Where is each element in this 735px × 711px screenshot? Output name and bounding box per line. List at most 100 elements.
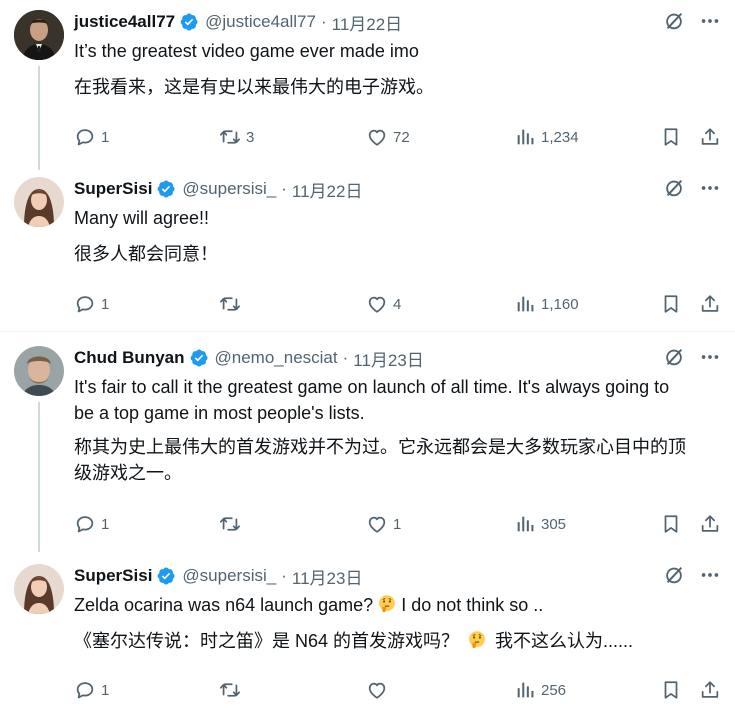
tweet-top-actions xyxy=(663,346,721,368)
share-icon xyxy=(699,679,721,701)
translation-before-emoji: 《塞尔达传说：时之笛》是 N64 的首发游戏吗？ xyxy=(74,631,460,651)
views-button[interactable]: 1,234 xyxy=(514,125,579,149)
retweet-button[interactable]: 3 xyxy=(219,125,254,149)
translation-after-emoji: 我不这么认为...... xyxy=(495,631,634,651)
bookmark-icon xyxy=(660,679,682,701)
grok-icon[interactable] xyxy=(663,346,685,368)
tweet-date[interactable]: 11月23日 xyxy=(353,346,424,371)
like-count: 72 xyxy=(393,128,410,146)
reply-icon xyxy=(74,513,96,535)
tweet-actions: 1 4 1,160 xyxy=(74,292,724,316)
avatar[interactable] xyxy=(14,346,64,396)
tweet-body-after-emoji: I do not think so .. xyxy=(401,595,544,615)
avatar-supersisi xyxy=(14,564,64,614)
thinking-face-emoji xyxy=(377,594,397,614)
tweet-date[interactable]: 11月22日 xyxy=(332,10,403,35)
bookmark-button[interactable] xyxy=(660,512,687,536)
display-name[interactable]: SuperSisi xyxy=(74,179,152,199)
reply-count: 1 xyxy=(101,128,110,146)
tweet-actions: 1 3 72 1,234 xyxy=(74,125,724,149)
separator-dot: · xyxy=(281,179,287,198)
views-button[interactable]: 305 xyxy=(514,512,566,536)
verified-badge-icon xyxy=(189,348,209,368)
tweet-header: SuperSisi @supersisi_ · 11月22日 xyxy=(74,177,362,201)
tweet-header: justice4all77 @justice4all77 · 11月22日 xyxy=(74,10,402,34)
bookmark-icon xyxy=(660,513,682,535)
bookmark-button[interactable] xyxy=(660,125,687,149)
more-icon[interactable] xyxy=(699,10,721,32)
avatar[interactable] xyxy=(14,564,64,614)
retweet-icon xyxy=(219,679,241,701)
display-name[interactable]: SuperSisi xyxy=(74,566,152,586)
user-handle[interactable]: @supersisi_ xyxy=(182,566,276,586)
tweet-body-line-1: It's fair to call it the greatest game o… xyxy=(74,377,670,397)
avatar-chud-bunyan xyxy=(14,346,64,396)
reply-count: 1 xyxy=(101,681,110,699)
reply-button[interactable]: 1 xyxy=(74,678,109,702)
separator-dot: · xyxy=(281,566,287,585)
tweet-date[interactable]: 11月23日 xyxy=(292,564,363,589)
thread-line xyxy=(38,66,40,170)
conversation-divider xyxy=(0,331,735,332)
tweet-header: Chud Bunyan @nemo_nesciat · 11月23日 xyxy=(74,346,424,370)
reply-button[interactable]: 1 xyxy=(74,512,109,536)
user-handle[interactable]: @nemo_nesciat xyxy=(215,348,338,368)
bookmark-icon xyxy=(660,126,682,148)
tweet-actions: 1 256 xyxy=(74,678,724,702)
views-icon xyxy=(514,293,536,315)
view-count: 305 xyxy=(541,515,567,533)
tweet-3[interactable]: Chud Bunyan @nemo_nesciat · 11月23日 It's … xyxy=(0,346,735,552)
like-button[interactable]: 4 xyxy=(366,292,401,316)
grok-icon[interactable] xyxy=(663,564,685,586)
retweet-button[interactable] xyxy=(219,512,246,536)
tweet-date[interactable]: 11月22日 xyxy=(292,177,363,202)
bookmark-button[interactable] xyxy=(660,678,687,702)
tweet-text: Many will agree!! xyxy=(74,205,717,231)
verified-badge-icon xyxy=(156,566,176,586)
tweet-body: Many will agree!! xyxy=(74,208,210,228)
tweet-4[interactable]: SuperSisi @supersisi_ · 11月23日 Zelda oca… xyxy=(0,564,735,711)
tweet-1[interactable]: justice4all77 @justice4all77 · 11月22日 It… xyxy=(0,10,735,170)
user-handle[interactable]: @supersisi_ xyxy=(182,179,276,199)
display-name[interactable]: Chud Bunyan xyxy=(74,348,185,368)
share-button[interactable] xyxy=(699,678,726,702)
share-button[interactable] xyxy=(699,292,726,316)
tweet-body: It’s the greatest video game ever made i… xyxy=(74,41,419,61)
views-button[interactable]: 256 xyxy=(514,678,566,702)
translation-body: 在我看来，这是有史以来最伟大的电子游戏。 xyxy=(74,77,434,97)
bookmark-button[interactable] xyxy=(660,292,687,316)
retweet-button[interactable] xyxy=(219,678,246,702)
separator-dot: · xyxy=(342,348,349,367)
like-button[interactable]: 1 xyxy=(366,512,401,536)
like-count: 4 xyxy=(393,295,402,313)
retweet-icon xyxy=(219,293,241,315)
more-icon[interactable] xyxy=(699,177,721,199)
display-name[interactable]: justice4all77 xyxy=(74,12,175,32)
tweet-header: SuperSisi @supersisi_ · 11月23日 xyxy=(74,564,362,588)
more-icon[interactable] xyxy=(699,564,721,586)
user-handle[interactable]: @justice4all77 xyxy=(205,12,316,32)
grok-icon[interactable] xyxy=(663,10,685,32)
retweet-icon xyxy=(219,513,241,535)
views-button[interactable]: 1,160 xyxy=(514,292,579,316)
more-icon[interactable] xyxy=(699,346,721,368)
reply-icon xyxy=(74,679,96,701)
grok-icon[interactable] xyxy=(663,177,685,199)
tweet-translation: 在我看来，这是有史以来最伟大的电子游戏。 xyxy=(74,74,717,100)
like-button[interactable] xyxy=(366,678,393,702)
tweet-2[interactable]: SuperSisi @supersisi_ · 11月22日 Many will… xyxy=(0,177,735,332)
share-button[interactable] xyxy=(699,512,726,536)
view-count: 1,234 xyxy=(541,128,579,146)
avatar[interactable] xyxy=(14,177,64,227)
views-icon xyxy=(514,513,536,535)
avatar[interactable] xyxy=(14,10,64,60)
heart-icon xyxy=(366,679,388,701)
retweet-button[interactable] xyxy=(219,292,246,316)
like-button[interactable]: 72 xyxy=(366,125,410,149)
reply-button[interactable]: 1 xyxy=(74,125,109,149)
share-button[interactable] xyxy=(699,125,726,149)
translation-body: 很多人都会同意！ xyxy=(74,244,218,264)
tweet-translation: 很多人都会同意！ xyxy=(74,241,717,267)
thread-line xyxy=(38,402,40,552)
reply-button[interactable]: 1 xyxy=(74,292,109,316)
